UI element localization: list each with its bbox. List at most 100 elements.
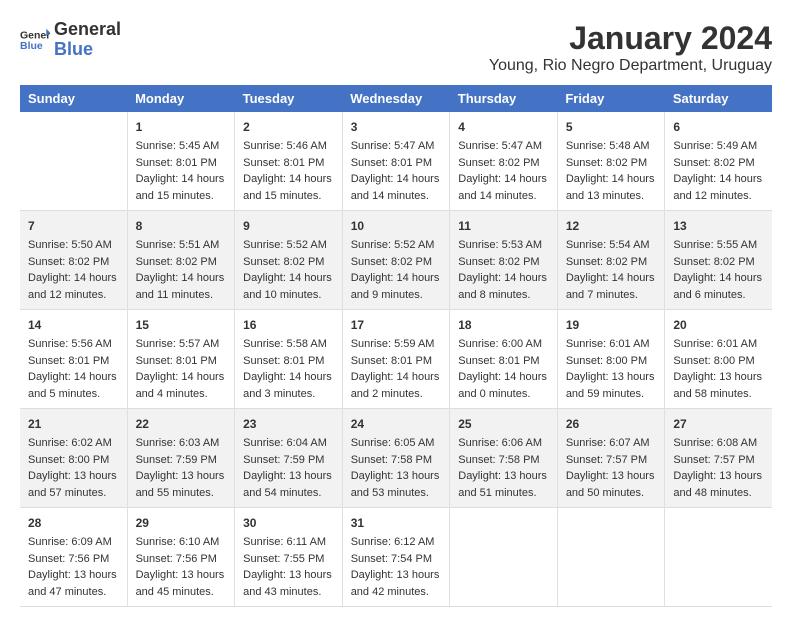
day-info: and 59 minutes. xyxy=(566,386,657,403)
day-info: Sunset: 8:01 PM xyxy=(351,155,442,172)
day-info: Daylight: 14 hours xyxy=(136,171,227,188)
calendar-cell: 4Sunrise: 5:47 AMSunset: 8:02 PMDaylight… xyxy=(450,112,558,211)
day-number: 2 xyxy=(243,118,334,136)
day-info: Sunrise: 5:51 AM xyxy=(136,237,227,254)
day-info: Sunrise: 5:53 AM xyxy=(458,237,549,254)
day-number: 8 xyxy=(136,217,227,235)
day-info: and 42 minutes. xyxy=(351,584,442,601)
day-info: Sunset: 7:58 PM xyxy=(351,452,442,469)
day-info: Sunrise: 6:07 AM xyxy=(566,435,657,452)
day-number: 17 xyxy=(351,316,442,334)
day-info: Sunrise: 6:02 AM xyxy=(28,435,119,452)
header-sunday: Sunday xyxy=(20,85,127,112)
week-row-1: 1Sunrise: 5:45 AMSunset: 8:01 PMDaylight… xyxy=(20,112,772,211)
day-info: Daylight: 14 hours xyxy=(351,171,442,188)
calendar-cell: 1Sunrise: 5:45 AMSunset: 8:01 PMDaylight… xyxy=(127,112,235,211)
day-info: Daylight: 14 hours xyxy=(243,270,334,287)
day-info: Sunset: 7:59 PM xyxy=(136,452,227,469)
calendar-cell: 24Sunrise: 6:05 AMSunset: 7:58 PMDayligh… xyxy=(342,409,450,508)
day-info: and 58 minutes. xyxy=(673,386,764,403)
day-info: Daylight: 14 hours xyxy=(566,171,657,188)
day-info: Sunrise: 5:46 AM xyxy=(243,138,334,155)
calendar-cell xyxy=(450,508,558,607)
day-info: and 7 minutes. xyxy=(566,287,657,304)
day-info: Sunset: 8:01 PM xyxy=(351,353,442,370)
logo-line2: Blue xyxy=(54,40,121,60)
day-info: Sunset: 7:59 PM xyxy=(243,452,334,469)
day-info: Daylight: 13 hours xyxy=(136,468,227,485)
day-info: Sunset: 7:57 PM xyxy=(673,452,764,469)
calendar-cell: 8Sunrise: 5:51 AMSunset: 8:02 PMDaylight… xyxy=(127,211,235,310)
day-info: Sunrise: 5:56 AM xyxy=(28,336,119,353)
day-info: Sunset: 7:55 PM xyxy=(243,551,334,568)
day-number: 21 xyxy=(28,415,119,433)
day-info: Sunset: 7:57 PM xyxy=(566,452,657,469)
page-subtitle: Young, Rio Negro Department, Uruguay xyxy=(489,57,772,75)
day-info: Sunrise: 6:10 AM xyxy=(136,534,227,551)
calendar-cell: 7Sunrise: 5:50 AMSunset: 8:02 PMDaylight… xyxy=(20,211,127,310)
day-info: Sunrise: 6:09 AM xyxy=(28,534,119,551)
day-info: Sunset: 8:02 PM xyxy=(243,254,334,271)
day-info: Sunset: 8:00 PM xyxy=(673,353,764,370)
day-info: Sunrise: 6:05 AM xyxy=(351,435,442,452)
day-number: 31 xyxy=(351,514,442,532)
day-number: 22 xyxy=(136,415,227,433)
day-number: 3 xyxy=(351,118,442,136)
day-info: Daylight: 14 hours xyxy=(28,270,119,287)
day-info: Sunset: 8:02 PM xyxy=(673,254,764,271)
day-info: Daylight: 14 hours xyxy=(243,171,334,188)
logo-text: General Blue xyxy=(54,20,121,60)
day-number: 10 xyxy=(351,217,442,235)
page-title: January 2024 xyxy=(489,20,772,57)
day-number: 7 xyxy=(28,217,119,235)
day-info: Sunset: 7:56 PM xyxy=(136,551,227,568)
day-info: Sunrise: 6:01 AM xyxy=(673,336,764,353)
calendar-cell: 22Sunrise: 6:03 AMSunset: 7:59 PMDayligh… xyxy=(127,409,235,508)
day-info: Daylight: 13 hours xyxy=(243,468,334,485)
page-header: General Blue General Blue January 2024 Y… xyxy=(20,20,772,75)
day-info: Sunset: 8:02 PM xyxy=(136,254,227,271)
day-info: Daylight: 13 hours xyxy=(566,468,657,485)
day-info: Sunrise: 5:52 AM xyxy=(243,237,334,254)
day-info: and 13 minutes. xyxy=(566,188,657,205)
calendar-cell: 28Sunrise: 6:09 AMSunset: 7:56 PMDayligh… xyxy=(20,508,127,607)
day-number: 13 xyxy=(673,217,764,235)
day-info: Daylight: 13 hours xyxy=(566,369,657,386)
calendar-cell: 10Sunrise: 5:52 AMSunset: 8:02 PMDayligh… xyxy=(342,211,450,310)
day-number: 6 xyxy=(673,118,764,136)
day-info: and 14 minutes. xyxy=(458,188,549,205)
calendar-cell: 19Sunrise: 6:01 AMSunset: 8:00 PMDayligh… xyxy=(557,310,665,409)
day-info: and 11 minutes. xyxy=(136,287,227,304)
day-info: Daylight: 13 hours xyxy=(243,567,334,584)
calendar-cell: 2 Sunrise: 5:46 AMSunset: 8:01 PMDaylight… xyxy=(235,112,343,211)
day-info: Daylight: 14 hours xyxy=(28,369,119,386)
day-info: Sunrise: 5:47 AM xyxy=(351,138,442,155)
day-info: and 55 minutes. xyxy=(136,485,227,502)
day-info: and 47 minutes. xyxy=(28,584,119,601)
day-info: Daylight: 14 hours xyxy=(136,369,227,386)
day-info: and 8 minutes. xyxy=(458,287,549,304)
day-info: Sunrise: 5:57 AM xyxy=(136,336,227,353)
day-info: Sunrise: 6:06 AM xyxy=(458,435,549,452)
day-info: Sunset: 8:02 PM xyxy=(28,254,119,271)
day-info: and 9 minutes. xyxy=(351,287,442,304)
day-info: and 57 minutes. xyxy=(28,485,119,502)
day-number: 19 xyxy=(566,316,657,334)
day-number: 1 xyxy=(136,118,227,136)
day-info: and 51 minutes. xyxy=(458,485,549,502)
day-info: and 5 minutes. xyxy=(28,386,119,403)
day-info: Daylight: 14 hours xyxy=(673,270,764,287)
week-row-2: 7Sunrise: 5:50 AMSunset: 8:02 PMDaylight… xyxy=(20,211,772,310)
day-info: Sunrise: 6:12 AM xyxy=(351,534,442,551)
day-info: Sunset: 8:01 PM xyxy=(243,155,334,172)
day-info: Sunset: 8:02 PM xyxy=(673,155,764,172)
day-info: Sunrise: 5:59 AM xyxy=(351,336,442,353)
day-number: 28 xyxy=(28,514,119,532)
day-info: and 10 minutes. xyxy=(243,287,334,304)
day-info: Sunrise: 6:00 AM xyxy=(458,336,549,353)
day-info: Sunrise: 5:47 AM xyxy=(458,138,549,155)
day-info: Sunset: 8:02 PM xyxy=(458,254,549,271)
calendar-cell: 18Sunrise: 6:00 AMSunset: 8:01 PMDayligh… xyxy=(450,310,558,409)
day-info: Sunset: 7:54 PM xyxy=(351,551,442,568)
day-info: and 3 minutes. xyxy=(243,386,334,403)
